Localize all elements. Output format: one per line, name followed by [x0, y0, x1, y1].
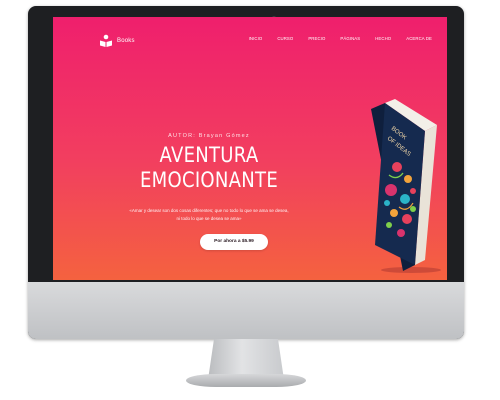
- author-label: AUTOR: Brayan Gómez: [168, 133, 250, 139]
- buy-button[interactable]: Por ahora a $5.99: [200, 234, 268, 250]
- nav-item-precio[interactable]: PRECIO: [308, 36, 325, 41]
- brand-logo[interactable]: Books: [99, 34, 135, 48]
- monitor-chin: [28, 282, 464, 339]
- website-screen: Books INICIO CURSO PRECIO PÁGINAS HECHO …: [53, 17, 447, 280]
- nav-item-hecho[interactable]: HECHO: [375, 36, 391, 41]
- book-reader-icon: [100, 34, 112, 47]
- book-cover-image: BOOK OF IDEAS: [361, 95, 447, 275]
- book-illustration: BOOK OF IDEAS: [371, 99, 441, 273]
- hero-quote: «Amar y desear son dos cosas diferentes;…: [103, 207, 315, 222]
- nav-item-acerca-de[interactable]: ACERCA DE: [406, 36, 432, 41]
- top-navigation: Books INICIO CURSO PRECIO PÁGINAS HECHO …: [53, 17, 447, 57]
- hero-quote-line1: «Amar y desear son dos cosas diferentes;…: [129, 208, 289, 213]
- nav-menu: INICIO CURSO PRECIO PÁGINAS HECHO ACERCA…: [234, 36, 432, 41]
- hero-title: AVENTURA EMOCIONANTE: [112, 143, 306, 193]
- monitor-stand: [208, 339, 284, 377]
- hero-title-line1: AVENTURA: [159, 143, 259, 167]
- hero-title-line2: EMOCIONANTE: [139, 168, 279, 192]
- monitor-stand-base: [186, 374, 306, 387]
- nav-item-curso[interactable]: CURSO: [277, 36, 293, 41]
- brand-name: Books: [117, 38, 135, 44]
- nav-item-paginas[interactable]: PÁGINAS: [340, 36, 360, 41]
- nav-item-inicio[interactable]: INICIO: [249, 36, 263, 41]
- hero-quote-line2: ni todo lo que se desea se ama»: [176, 215, 242, 221]
